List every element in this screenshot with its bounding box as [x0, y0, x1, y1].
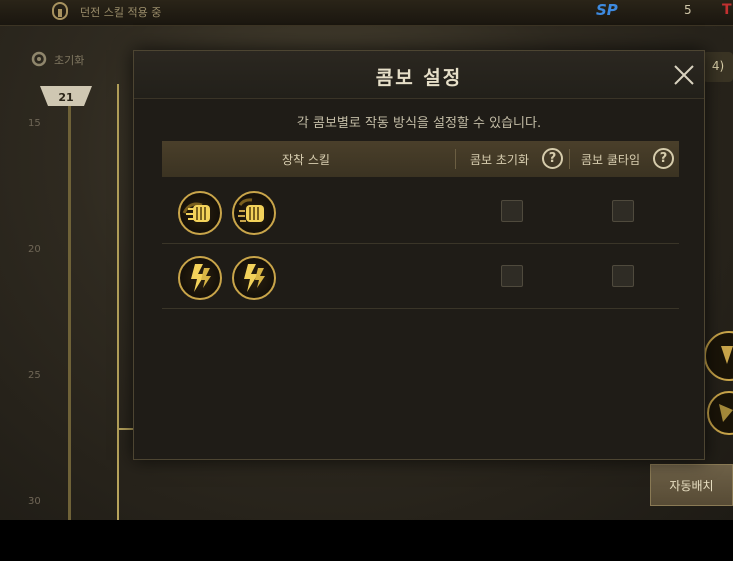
- lightning-skill-icon[interactable]: [178, 256, 222, 300]
- level-number: 20: [28, 244, 41, 255]
- letterbox-bottom: [0, 520, 733, 561]
- fist-skill-icon[interactable]: [232, 191, 276, 235]
- red-indicator: T: [722, 2, 732, 18]
- level-number: 30: [28, 496, 41, 507]
- auto-assign-button[interactable]: 자동배치: [650, 464, 733, 506]
- column-combo-reset: 콤보 초기화: [470, 153, 530, 167]
- column-equipped-skills: 장착 스킬: [282, 153, 330, 167]
- skill-tree-line-gold: [117, 84, 119, 520]
- side-skill-icon[interactable]: [703, 330, 733, 382]
- dungeon-gate-icon: [52, 2, 68, 20]
- dialog-title: 콤보 설정: [375, 67, 463, 89]
- level-number: 25: [28, 370, 41, 381]
- combo-cooldown-help-icon[interactable]: ?: [653, 148, 674, 169]
- combo-cooldown-checkbox[interactable]: [612, 265, 634, 287]
- close-icon[interactable]: [672, 63, 696, 87]
- dialog-description: 각 콤보별로 작동 방식을 설정할 수 있습니다.: [296, 116, 542, 131]
- combo-reset-checkbox[interactable]: [501, 265, 523, 287]
- column-divider: [569, 149, 570, 169]
- level-marker-icon: 21: [40, 86, 92, 106]
- level-marker-value: 21: [58, 91, 73, 104]
- sp-value: 5: [684, 3, 692, 17]
- fist-skill-icon[interactable]: [178, 191, 222, 235]
- combo-row: [162, 180, 679, 244]
- combo-reset-checkbox[interactable]: [501, 200, 523, 222]
- combo-cooldown-checkbox[interactable]: [612, 200, 634, 222]
- dungeon-skill-status: 던전 스킬 적용 중: [80, 6, 162, 19]
- combo-settings-dialog: 콤보 설정 각 콤보별로 작동 방식을 설정할 수 있습니다. 장착 스킬 콤보…: [133, 50, 705, 460]
- right-side-badge: 4): [703, 52, 733, 82]
- dialog-header: 콤보 설정: [134, 51, 704, 99]
- table-header: 장착 스킬 콤보 초기화 ? 콤보 쿨타임 ?: [162, 141, 679, 177]
- combo-reset-help-icon[interactable]: ?: [542, 148, 563, 169]
- column-combo-cooldown: 콤보 쿨타임: [581, 153, 641, 167]
- side-skill-icon[interactable]: [703, 390, 733, 436]
- skill-tree-line: [68, 100, 71, 520]
- sp-label: SP: [596, 1, 618, 19]
- column-divider: [455, 149, 456, 169]
- reset-label[interactable]: 초기화: [54, 52, 84, 68]
- level-number: 15: [28, 118, 41, 129]
- lightning-skill-icon[interactable]: [232, 256, 276, 300]
- combo-row: [162, 245, 679, 309]
- top-status-bar: 던전 스킬 적용 중 SP 5 T: [0, 0, 733, 26]
- reset-icon[interactable]: [30, 50, 48, 68]
